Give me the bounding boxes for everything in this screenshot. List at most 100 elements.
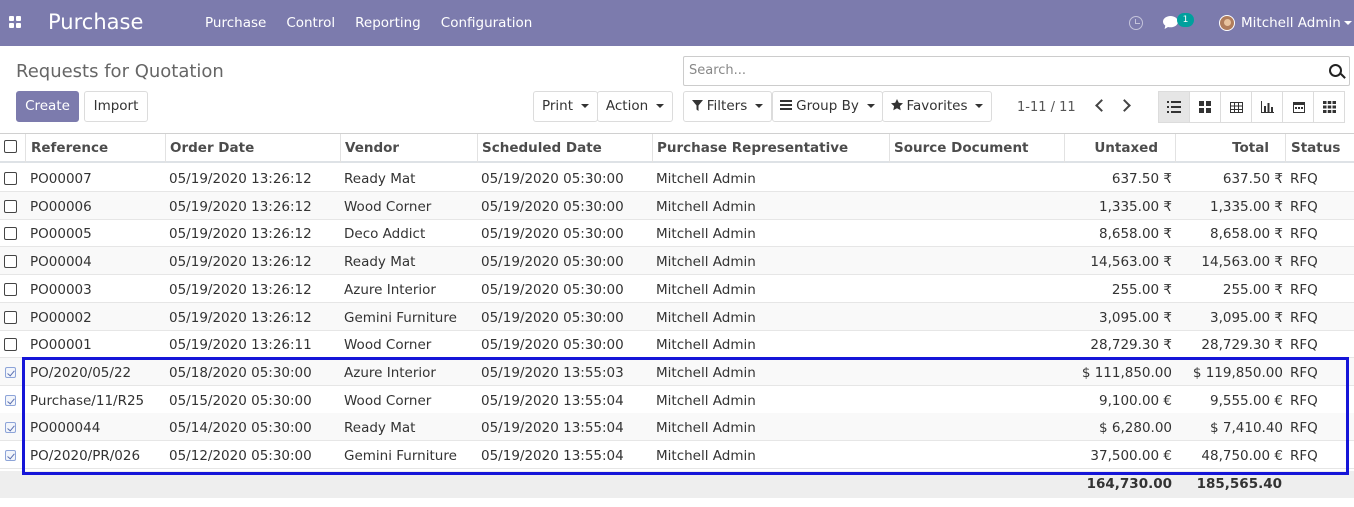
total-cell: $ 119,850.00 <box>1192 364 1283 381</box>
column-header-status[interactable]: Status <box>1291 140 1340 156</box>
kanban-view-icon <box>1199 101 1211 113</box>
column-header-total[interactable]: Total <box>1177 140 1269 156</box>
favorites-dropdown[interactable]: Favorites <box>882 91 992 122</box>
order-date-cell: 05/15/2020 05:30:00 <box>169 392 312 409</box>
row-checkbox[interactable] <box>4 172 17 185</box>
order-date-cell: 05/19/2020 13:26:12 <box>169 171 312 187</box>
user-menu-caret-icon[interactable] <box>1344 21 1352 25</box>
column-header-untaxed[interactable]: Untaxed <box>1066 140 1158 156</box>
table-row[interactable]: PO00007 05/19/2020 13:26:12 Ready Mat 05/19… <box>0 164 1354 192</box>
representative-cell: Mitchell Admin <box>656 198 756 215</box>
status-cell: RFQ <box>1290 337 1318 354</box>
search-icon[interactable] <box>1329 64 1342 77</box>
row-checkbox[interactable] <box>4 199 17 213</box>
menu-item-reporting[interactable]: Reporting <box>355 15 421 31</box>
reference-cell: PO000044 <box>30 420 101 437</box>
reference-cell: Purchase/11/R25 <box>30 392 145 409</box>
print-label: Print <box>541 98 574 114</box>
grand-total: 185,565.40 <box>1196 476 1282 492</box>
table-row[interactable]: PO/2020/PR/026 05/12/2020 05:30:00 Gemini … <box>0 441 1354 469</box>
calendar-view-button[interactable] <box>1282 91 1314 123</box>
main-menu: Purchase Control Reporting Configuration <box>205 15 552 31</box>
untaxed-cell: 255.00 ₹ <box>1111 281 1172 298</box>
pager-next-icon[interactable] <box>1118 99 1131 112</box>
untaxed-cell: 14,563.00 ₹ <box>1090 254 1172 271</box>
activity-clock-icon[interactable] <box>1129 16 1143 30</box>
apps-grid-icon[interactable] <box>9 16 23 30</box>
group-by-dropdown[interactable]: Group By <box>772 91 883 122</box>
column-header-vendor[interactable]: Vendor <box>345 140 399 156</box>
list-bars-icon <box>780 100 793 110</box>
total-cell: 255.00 ₹ <box>1222 281 1283 298</box>
graph-view-button[interactable] <box>1251 91 1283 123</box>
bar-chart-icon <box>1261 101 1274 113</box>
table-row[interactable]: PO00003 05/19/2020 13:26:12 Azure Interior… <box>0 275 1354 303</box>
user-avatar[interactable] <box>1219 15 1235 31</box>
row-checkbox[interactable] <box>4 227 17 241</box>
untaxed-cell: 8,658.00 ₹ <box>1099 226 1172 243</box>
filters-dropdown[interactable]: Filters <box>683 91 772 122</box>
row-checkbox[interactable] <box>4 310 17 324</box>
status-cell: RFQ <box>1290 448 1318 464</box>
chat-icon[interactable] <box>1163 16 1178 29</box>
row-checkbox[interactable] <box>4 282 17 296</box>
print-dropdown[interactable]: Print <box>533 91 598 122</box>
favorites-label: Favorites <box>906 98 968 114</box>
reference-cell: PO/2020/PR/026 <box>30 448 141 464</box>
vendor-cell: Ready Mat <box>344 420 416 437</box>
pivot-view-button[interactable] <box>1220 91 1252 123</box>
table-row[interactable]: PO/2020/05/22 05/18/2020 05:30:00 Azure In… <box>0 357 1354 386</box>
chevron-down-icon <box>866 104 875 108</box>
table-row[interactable]: PO000044 05/14/2020 05:30:00 Ready Mat 05/1… <box>0 413 1354 442</box>
column-header-reference[interactable]: Reference <box>31 140 108 156</box>
user-name[interactable]: Mitchell Admin <box>1241 15 1341 31</box>
untaxed-cell: 37,500.00 € <box>1090 448 1172 464</box>
table-row[interactable]: PO00004 05/19/2020 13:26:12 Ready Mat 05/19… <box>0 247 1354 276</box>
scheduled-date-cell: 05/19/2020 05:30:00 <box>481 309 624 326</box>
list-view-icon <box>1167 101 1181 113</box>
menu-item-purchase[interactable]: Purchase <box>205 15 266 31</box>
table-row[interactable]: PO00002 05/19/2020 13:26:12 Gemini Furnitu… <box>0 302 1354 331</box>
table-row[interactable]: PO00001 05/19/2020 13:26:11 Wood Corner 05/… <box>0 330 1354 359</box>
create-button[interactable]: Create <box>16 91 79 122</box>
status-cell: RFQ <box>1290 198 1318 215</box>
search-input[interactable] <box>689 63 1309 78</box>
menu-item-control[interactable]: Control <box>286 15 335 31</box>
representative-cell: Mitchell Admin <box>656 226 756 243</box>
import-button[interactable]: Import <box>84 91 148 122</box>
table-row[interactable]: PO00006 05/19/2020 13:26:12 Wood Corner 05/… <box>0 191 1354 220</box>
activity-view-button[interactable] <box>1313 91 1345 123</box>
order-date-cell: 05/12/2020 05:30:00 <box>169 448 312 464</box>
action-dropdown[interactable]: Action <box>597 91 673 122</box>
row-checkbox[interactable] <box>5 422 16 434</box>
kanban-view-button[interactable] <box>1189 91 1221 123</box>
column-header-scheduled-date[interactable]: Scheduled Date <box>482 140 602 156</box>
select-all-checkbox[interactable] <box>4 140 17 153</box>
scheduled-date-cell: 05/19/2020 05:30:00 <box>481 281 624 298</box>
row-checkbox[interactable] <box>4 338 17 352</box>
pager-previous-icon[interactable] <box>1095 99 1108 112</box>
menu-item-configuration[interactable]: Configuration <box>441 15 533 31</box>
table-row[interactable]: Purchase/11/R25 05/15/2020 05:30:00 Wood C… <box>0 386 1354 414</box>
total-cell: 48,750.00 € <box>1201 448 1283 464</box>
row-checkbox[interactable] <box>5 394 16 406</box>
row-checkbox[interactable] <box>5 450 16 461</box>
top-navbar: Purchase Purchase Control Reporting Conf… <box>0 0 1354 46</box>
pager-value[interactable]: 1-11 / 11 <box>1017 100 1076 115</box>
pivot-table-icon <box>1230 102 1243 113</box>
column-header-purchase-representative[interactable]: Purchase Representative <box>657 140 848 156</box>
table-row[interactable]: PO00005 05/19/2020 13:26:12 Deco Addict 05/… <box>0 219 1354 248</box>
row-checkbox[interactable] <box>4 255 17 269</box>
total-cell: 8,658.00 ₹ <box>1210 226 1283 243</box>
column-header-order-date[interactable]: Order Date <box>170 140 254 156</box>
app-title: Purchase <box>48 10 144 34</box>
status-cell: RFQ <box>1290 392 1318 409</box>
order-date-cell: 05/18/2020 05:30:00 <box>169 364 312 381</box>
row-checkbox[interactable] <box>5 366 16 378</box>
untaxed-cell: 1,335.00 ₹ <box>1099 198 1172 215</box>
scheduled-date-cell: 05/19/2020 05:30:00 <box>481 254 624 271</box>
order-date-cell: 05/19/2020 13:26:11 <box>169 337 312 354</box>
untaxed-cell: 28,729.30 ₹ <box>1090 337 1172 354</box>
list-view-button[interactable] <box>1158 91 1190 123</box>
column-header-source-document[interactable]: Source Document <box>894 140 1029 156</box>
